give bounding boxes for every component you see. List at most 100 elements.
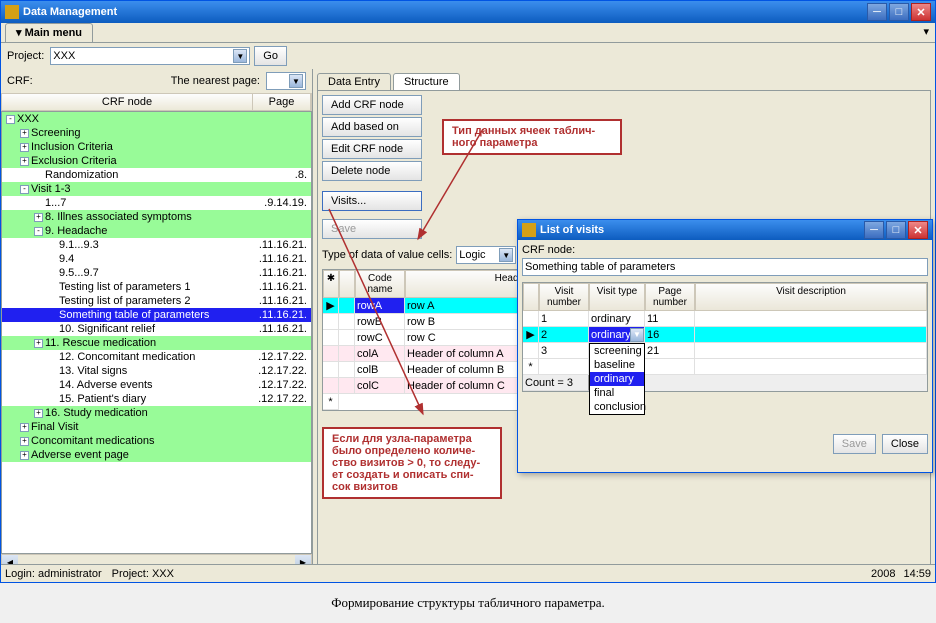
nearest-page-combo[interactable]: ▼ [266, 72, 306, 90]
expand-icon[interactable]: + [20, 129, 29, 138]
tree-row[interactable]: -XXX [2, 112, 311, 126]
right-panel: Data Entry Structure Add CRF node Add ba… [313, 69, 935, 570]
maximize-button[interactable]: □ [889, 3, 909, 21]
tree-col-node: CRF node [2, 94, 253, 110]
nearest-page-label: The nearest page: [171, 75, 260, 87]
chevron-down-icon[interactable]: ▼ [499, 248, 513, 262]
minimize-button[interactable]: ─ [867, 3, 887, 21]
left-panel: CRF: The nearest page: ▼ CRF node Page -… [1, 69, 313, 570]
add-based-button[interactable]: Add based on [322, 117, 422, 137]
expand-icon[interactable]: + [20, 437, 29, 446]
expand-icon[interactable]: - [20, 185, 29, 194]
statusbar: Login: administrator Project: XXX 2008 1… [1, 564, 935, 582]
table-row[interactable]: ▶2ordinary▼16 [523, 327, 927, 343]
expand-icon[interactable]: + [20, 423, 29, 432]
save-button[interactable]: Save [322, 219, 422, 239]
dialog-icon [522, 223, 536, 237]
menu-dropdown-icon[interactable]: ▾ [917, 23, 935, 42]
dropdown-item[interactable]: screening [590, 344, 644, 358]
tree-row[interactable]: 1...7.9.14.19. [2, 196, 311, 210]
tree-row[interactable]: +Inclusion Criteria [2, 140, 311, 154]
main-menu-tab[interactable]: ▾ Main menu [5, 23, 93, 42]
tree-row[interactable]: +Exclusion Criteria [2, 154, 311, 168]
tree-row[interactable]: 15. Patient's diary.12.17.22. [2, 392, 311, 406]
tab-data-entry[interactable]: Data Entry [317, 73, 391, 90]
visit-type-dropdown[interactable]: screeningbaselineordinaryfinalconclusion [589, 343, 645, 415]
expand-icon[interactable]: + [20, 451, 29, 460]
status-login: Login: administrator [5, 568, 102, 580]
expand-icon[interactable]: + [34, 213, 43, 222]
project-label: Project: [7, 50, 44, 62]
tree-row[interactable]: 12. Concomitant medication.12.17.22. [2, 350, 311, 364]
tree-row[interactable]: 9.5...9.7.11.16.21. [2, 266, 311, 280]
window-title: Data Management [23, 6, 117, 18]
tree-row[interactable]: 10. Significant relief.11.16.21. [2, 322, 311, 336]
close-button[interactable]: ✕ [911, 3, 931, 21]
tree-row[interactable]: 9.4.11.16.21. [2, 252, 311, 266]
dialog-maximize-button[interactable]: □ [886, 221, 906, 239]
dropdown-item[interactable]: ordinary [590, 372, 644, 386]
project-combo[interactable]: XXX ▼ [50, 47, 250, 65]
expand-icon[interactable]: + [20, 157, 29, 166]
dialog-close-button[interactable]: ✕ [908, 221, 928, 239]
crf-toolbar: CRF: The nearest page: ▼ [1, 69, 312, 93]
add-crf-button[interactable]: Add CRF node [322, 95, 422, 115]
chevron-down-icon[interactable]: ▼ [630, 328, 644, 342]
tree-row[interactable]: +Concomitant medications [2, 434, 311, 448]
tree-header: CRF node Page [1, 93, 312, 111]
dropdown-item[interactable]: conclusion [590, 400, 644, 414]
expand-icon[interactable]: - [34, 227, 43, 236]
dialog-save-button[interactable]: Save [833, 434, 876, 454]
dialog-close-btn[interactable]: Close [882, 434, 928, 454]
crf-tree[interactable]: -XXX+Screening+Inclusion Criteria+Exclus… [1, 111, 312, 554]
visits-dialog: List of visits ─ □ ✕ CRF node: Something… [517, 219, 933, 473]
annotation-visits: Если для узла-параметра было определено … [322, 427, 502, 499]
expand-icon[interactable]: + [34, 339, 43, 348]
table-row[interactable]: 1ordinary11 [523, 311, 927, 327]
chevron-down-icon[interactable]: ▼ [233, 49, 247, 63]
dropdown-item[interactable]: final [590, 386, 644, 400]
tree-row[interactable]: -9. Headache [2, 224, 311, 238]
delete-node-button[interactable]: Delete node [322, 161, 422, 181]
expand-icon[interactable]: + [20, 143, 29, 152]
tree-row[interactable]: Randomization.8. [2, 168, 311, 182]
dialog-minimize-button[interactable]: ─ [864, 221, 884, 239]
tree-row[interactable]: -Visit 1-3 [2, 182, 311, 196]
tree-row[interactable]: Testing list of parameters 1.11.16.21. [2, 280, 311, 294]
crf-node-field[interactable]: Something table of parameters [522, 258, 928, 276]
status-time: 14:59 [903, 568, 931, 580]
table-row[interactable]: 321 [523, 343, 927, 359]
tree-row[interactable]: 13. Vital signs.12.17.22. [2, 364, 311, 378]
crf-node-label: CRF node: [522, 244, 928, 256]
tree-row[interactable]: Testing list of parameters 2.11.16.21. [2, 294, 311, 308]
type-label: Type of data of value cells: [322, 249, 452, 261]
titlebar: Data Management ─ □ ✕ [1, 1, 935, 23]
tab-structure[interactable]: Structure [393, 73, 460, 90]
right-tabs: Data Entry Structure [317, 73, 931, 90]
tree-row[interactable]: +Final Visit [2, 420, 311, 434]
chevron-down-icon[interactable]: ▼ [289, 74, 303, 88]
tree-row[interactable]: 14. Adverse events.12.17.22. [2, 378, 311, 392]
edit-crf-button[interactable]: Edit CRF node [322, 139, 422, 159]
type-combo[interactable]: Logic ▼ [456, 246, 516, 264]
visits-grid: Visit number Visit type Page number Visi… [522, 282, 928, 392]
expand-icon[interactable]: - [6, 115, 15, 124]
tree-row[interactable]: +Adverse event page [2, 448, 311, 462]
dialog-title: List of visits [540, 224, 604, 236]
tree-row[interactable]: 9.1...9.3.11.16.21. [2, 238, 311, 252]
app-icon [5, 5, 19, 19]
expand-icon[interactable]: + [34, 409, 43, 418]
visits-button[interactable]: Visits... [322, 191, 422, 211]
dropdown-item[interactable]: baseline [590, 358, 644, 372]
crf-label: CRF: [7, 75, 33, 87]
tree-row[interactable]: +16. Study medication [2, 406, 311, 420]
annotation-datatype: Тип данных ячеек таблич- ного параметра [442, 119, 622, 155]
go-button[interactable]: Go [254, 46, 287, 66]
tree-row[interactable]: +Screening [2, 126, 311, 140]
tree-col-page: Page [253, 94, 311, 110]
project-toolbar: Project: XXX ▼ Go [1, 43, 935, 69]
tree-row[interactable]: Something table of parameters.11.16.21. [2, 308, 311, 322]
tree-row[interactable]: +11. Rescue medication [2, 336, 311, 350]
tree-row[interactable]: +8. Illnes associated symptoms [2, 210, 311, 224]
main-window: Data Management ─ □ ✕ ▾ Main menu ▾ Proj… [0, 0, 936, 583]
